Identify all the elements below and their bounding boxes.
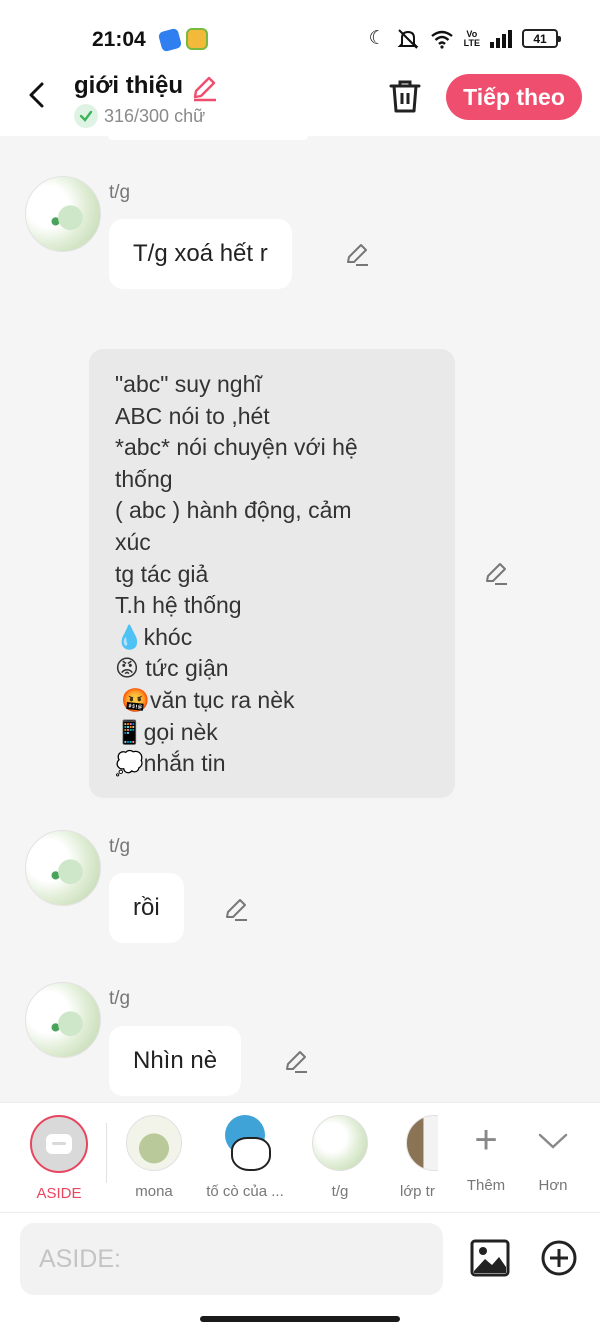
aside-line: thống xyxy=(115,465,173,492)
divider xyxy=(106,1123,107,1183)
chat-area: t/g T/g xoá hết r "abc" suy nghĩ ABC nói… xyxy=(0,136,600,1102)
wifi-icon xyxy=(430,30,453,49)
add-circle-icon[interactable] xyxy=(540,1239,578,1277)
chevron-down-icon xyxy=(538,1133,568,1149)
avatar[interactable] xyxy=(25,982,101,1058)
aside-line: 📱gọi nèk xyxy=(115,718,218,745)
next-button[interactable]: Tiếp theo xyxy=(446,74,582,120)
trash-icon[interactable] xyxy=(388,78,422,114)
sender-name: t/g xyxy=(109,182,131,203)
edit-icon[interactable] xyxy=(344,241,370,267)
aside-chat-icon xyxy=(30,1115,88,1173)
character-name: t/g xyxy=(331,1183,349,1200)
aside-line: 💧khóc xyxy=(115,623,193,650)
aside-line: 🤬văn tục ra nèk xyxy=(115,686,295,713)
aside-line: xúc xyxy=(115,528,151,555)
edit-icon[interactable] xyxy=(283,1048,309,1074)
volte-icon: Vo LTE xyxy=(463,28,480,48)
character-name: lớp tr xyxy=(400,1183,435,1200)
aside-line: *abc* nói chuyện với hệ xyxy=(115,434,358,461)
sender-name: t/g xyxy=(109,988,131,1009)
message-bubble[interactable]: rồi xyxy=(109,873,184,943)
message-bubble[interactable]: T/g xoá hết r xyxy=(109,219,292,289)
edit-icon[interactable] xyxy=(483,560,509,586)
moon-icon: ☾ xyxy=(368,28,386,49)
check-icon xyxy=(74,104,98,128)
character-name: tố cò của ... xyxy=(206,1183,284,1200)
signal-icon xyxy=(490,29,512,48)
aside-line: "abc" suy nghĩ xyxy=(115,371,262,397)
message-text: rồi xyxy=(133,894,160,921)
edit-icon[interactable] xyxy=(223,896,249,922)
input-bar xyxy=(0,1212,600,1333)
avatar xyxy=(217,1115,273,1171)
character-bar: ASIDE mona tố cò của ... t/g lớp tr + Th… xyxy=(0,1102,600,1212)
character-aside[interactable]: ASIDE xyxy=(13,1115,105,1202)
aside-line: 😡 tức giận xyxy=(115,655,229,682)
avatar xyxy=(312,1115,368,1171)
sender-name: t/g xyxy=(109,836,131,857)
word-count: 316/300 chữ xyxy=(74,104,205,128)
collapse-button[interactable]: Hơn xyxy=(507,1115,599,1194)
aside-line: ABC nói to ,hét xyxy=(115,402,270,429)
character-to-co[interactable]: tố cò của ... xyxy=(199,1115,291,1200)
collapse-label: Hơn xyxy=(538,1177,568,1194)
character-name: ASIDE xyxy=(36,1185,82,1202)
battery-icon: 41 xyxy=(522,29,561,48)
aside-line: tg tác giả xyxy=(115,560,209,587)
previous-bubble xyxy=(108,136,308,140)
message-text: T/g xoá hết r xyxy=(133,240,268,267)
home-indicator[interactable] xyxy=(200,1316,400,1322)
word-count-text: 316/300 chữ xyxy=(104,105,206,126)
aside-line: ( abc ) hành động, cảm xyxy=(115,497,352,524)
mute-bell-icon xyxy=(397,28,419,49)
page-title: giới thiệu xyxy=(74,72,184,99)
status-icons: ☾ Vo LTE 41 xyxy=(368,27,561,50)
avatar xyxy=(406,1115,438,1171)
header: giới thiệu 316/300 chữ Tiếp theo xyxy=(0,68,600,136)
aside-bubble[interactable]: "abc" suy nghĩ ABC nói to ,hét *abc* nói… xyxy=(89,349,455,798)
back-icon[interactable] xyxy=(22,80,52,110)
message-text: Nhìn nè xyxy=(133,1047,218,1074)
character-mona[interactable]: mona xyxy=(108,1115,200,1200)
character-tg[interactable]: t/g xyxy=(294,1115,386,1200)
message-bubble[interactable]: Nhìn nè xyxy=(109,1026,242,1096)
aside-line: T.h hệ thống xyxy=(115,592,242,619)
character-name: mona xyxy=(135,1183,173,1200)
status-bar: 21:04 ☾ Vo LTE 41 xyxy=(0,0,600,68)
aside-line: 💭nhắn tin xyxy=(115,750,226,777)
message-input[interactable] xyxy=(20,1223,443,1295)
edit-title-icon[interactable] xyxy=(190,74,218,102)
app-notification-icon xyxy=(186,28,208,50)
avatar[interactable] xyxy=(25,176,101,252)
character-lop[interactable]: lớp tr xyxy=(388,1115,438,1200)
avatar[interactable] xyxy=(25,830,101,906)
avatar xyxy=(126,1115,182,1171)
image-icon[interactable] xyxy=(470,1239,510,1277)
status-time: 21:04 xyxy=(92,28,146,51)
app-notification-icon xyxy=(157,27,183,53)
